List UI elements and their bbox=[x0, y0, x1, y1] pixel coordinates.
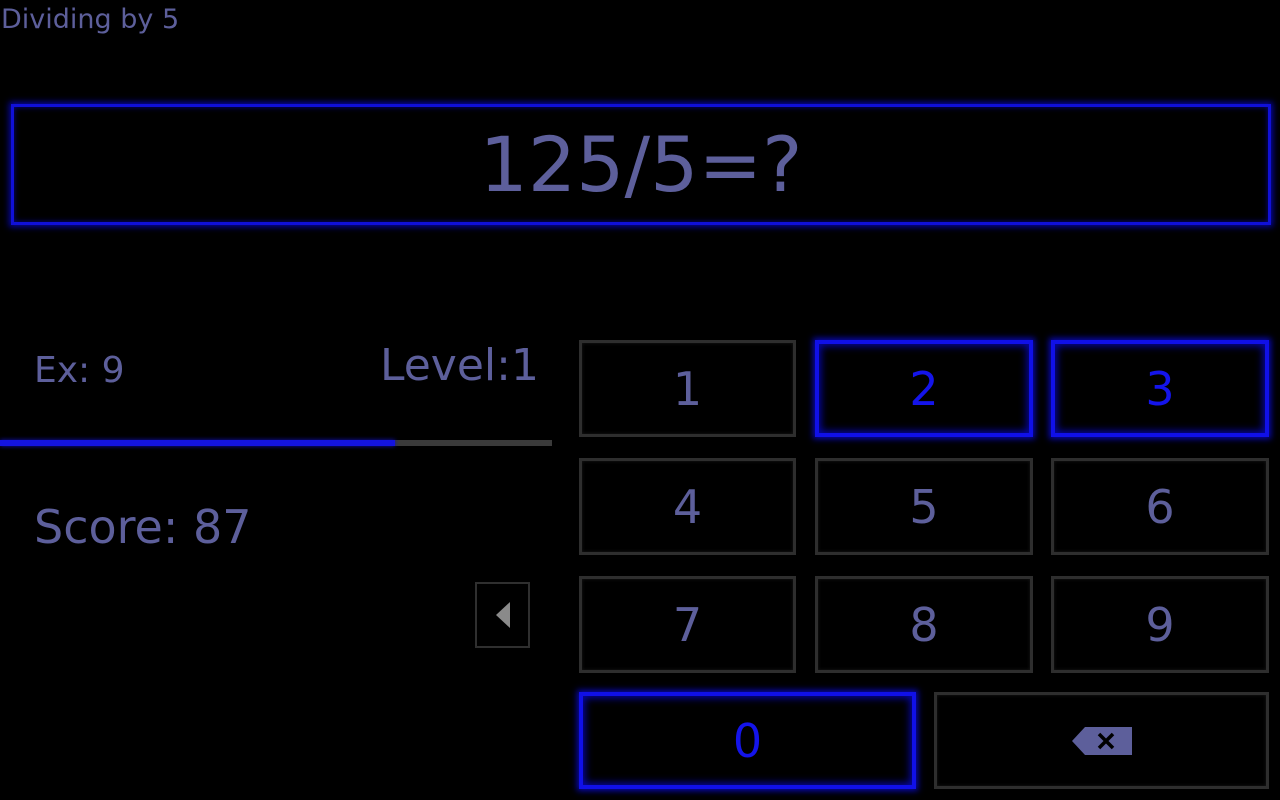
key-label: 3 bbox=[1145, 361, 1175, 416]
key-label: 9 bbox=[1145, 597, 1175, 652]
key-label: 0 bbox=[732, 713, 763, 768]
app-title: Dividing by 5 bbox=[1, 4, 180, 35]
question-text: 125/5=? bbox=[479, 120, 803, 209]
previous-button[interactable] bbox=[475, 582, 530, 648]
key-5[interactable]: 5 bbox=[815, 458, 1033, 555]
key-label: 6 bbox=[1145, 479, 1175, 534]
key-label: 7 bbox=[672, 597, 703, 652]
key-8[interactable]: 8 bbox=[815, 576, 1033, 673]
key-4[interactable]: 4 bbox=[579, 458, 796, 555]
key-9[interactable]: 9 bbox=[1051, 576, 1269, 673]
key-0[interactable]: 0 bbox=[579, 692, 916, 789]
key-label: 4 bbox=[672, 479, 703, 534]
key-label: 1 bbox=[672, 361, 703, 416]
exercise-counter: Ex: 9 bbox=[34, 350, 125, 391]
key-label: 5 bbox=[909, 479, 939, 534]
key-label: 8 bbox=[909, 597, 939, 652]
key-1[interactable]: 1 bbox=[579, 340, 796, 437]
backspace-button[interactable] bbox=[934, 692, 1269, 789]
score-display: Score: 87 bbox=[34, 500, 252, 554]
question-display: 125/5=? bbox=[11, 104, 1271, 225]
progress-fill bbox=[0, 440, 395, 446]
level-indicator: Level:1 bbox=[380, 340, 539, 391]
key-7[interactable]: 7 bbox=[579, 576, 796, 673]
backspace-icon bbox=[1071, 726, 1132, 755]
key-3[interactable]: 3 bbox=[1051, 340, 1269, 437]
key-2[interactable]: 2 bbox=[815, 340, 1033, 437]
key-label: 2 bbox=[909, 361, 939, 416]
key-6[interactable]: 6 bbox=[1051, 458, 1269, 555]
progress-bar bbox=[0, 440, 552, 446]
triangle-left-icon bbox=[495, 602, 510, 628]
